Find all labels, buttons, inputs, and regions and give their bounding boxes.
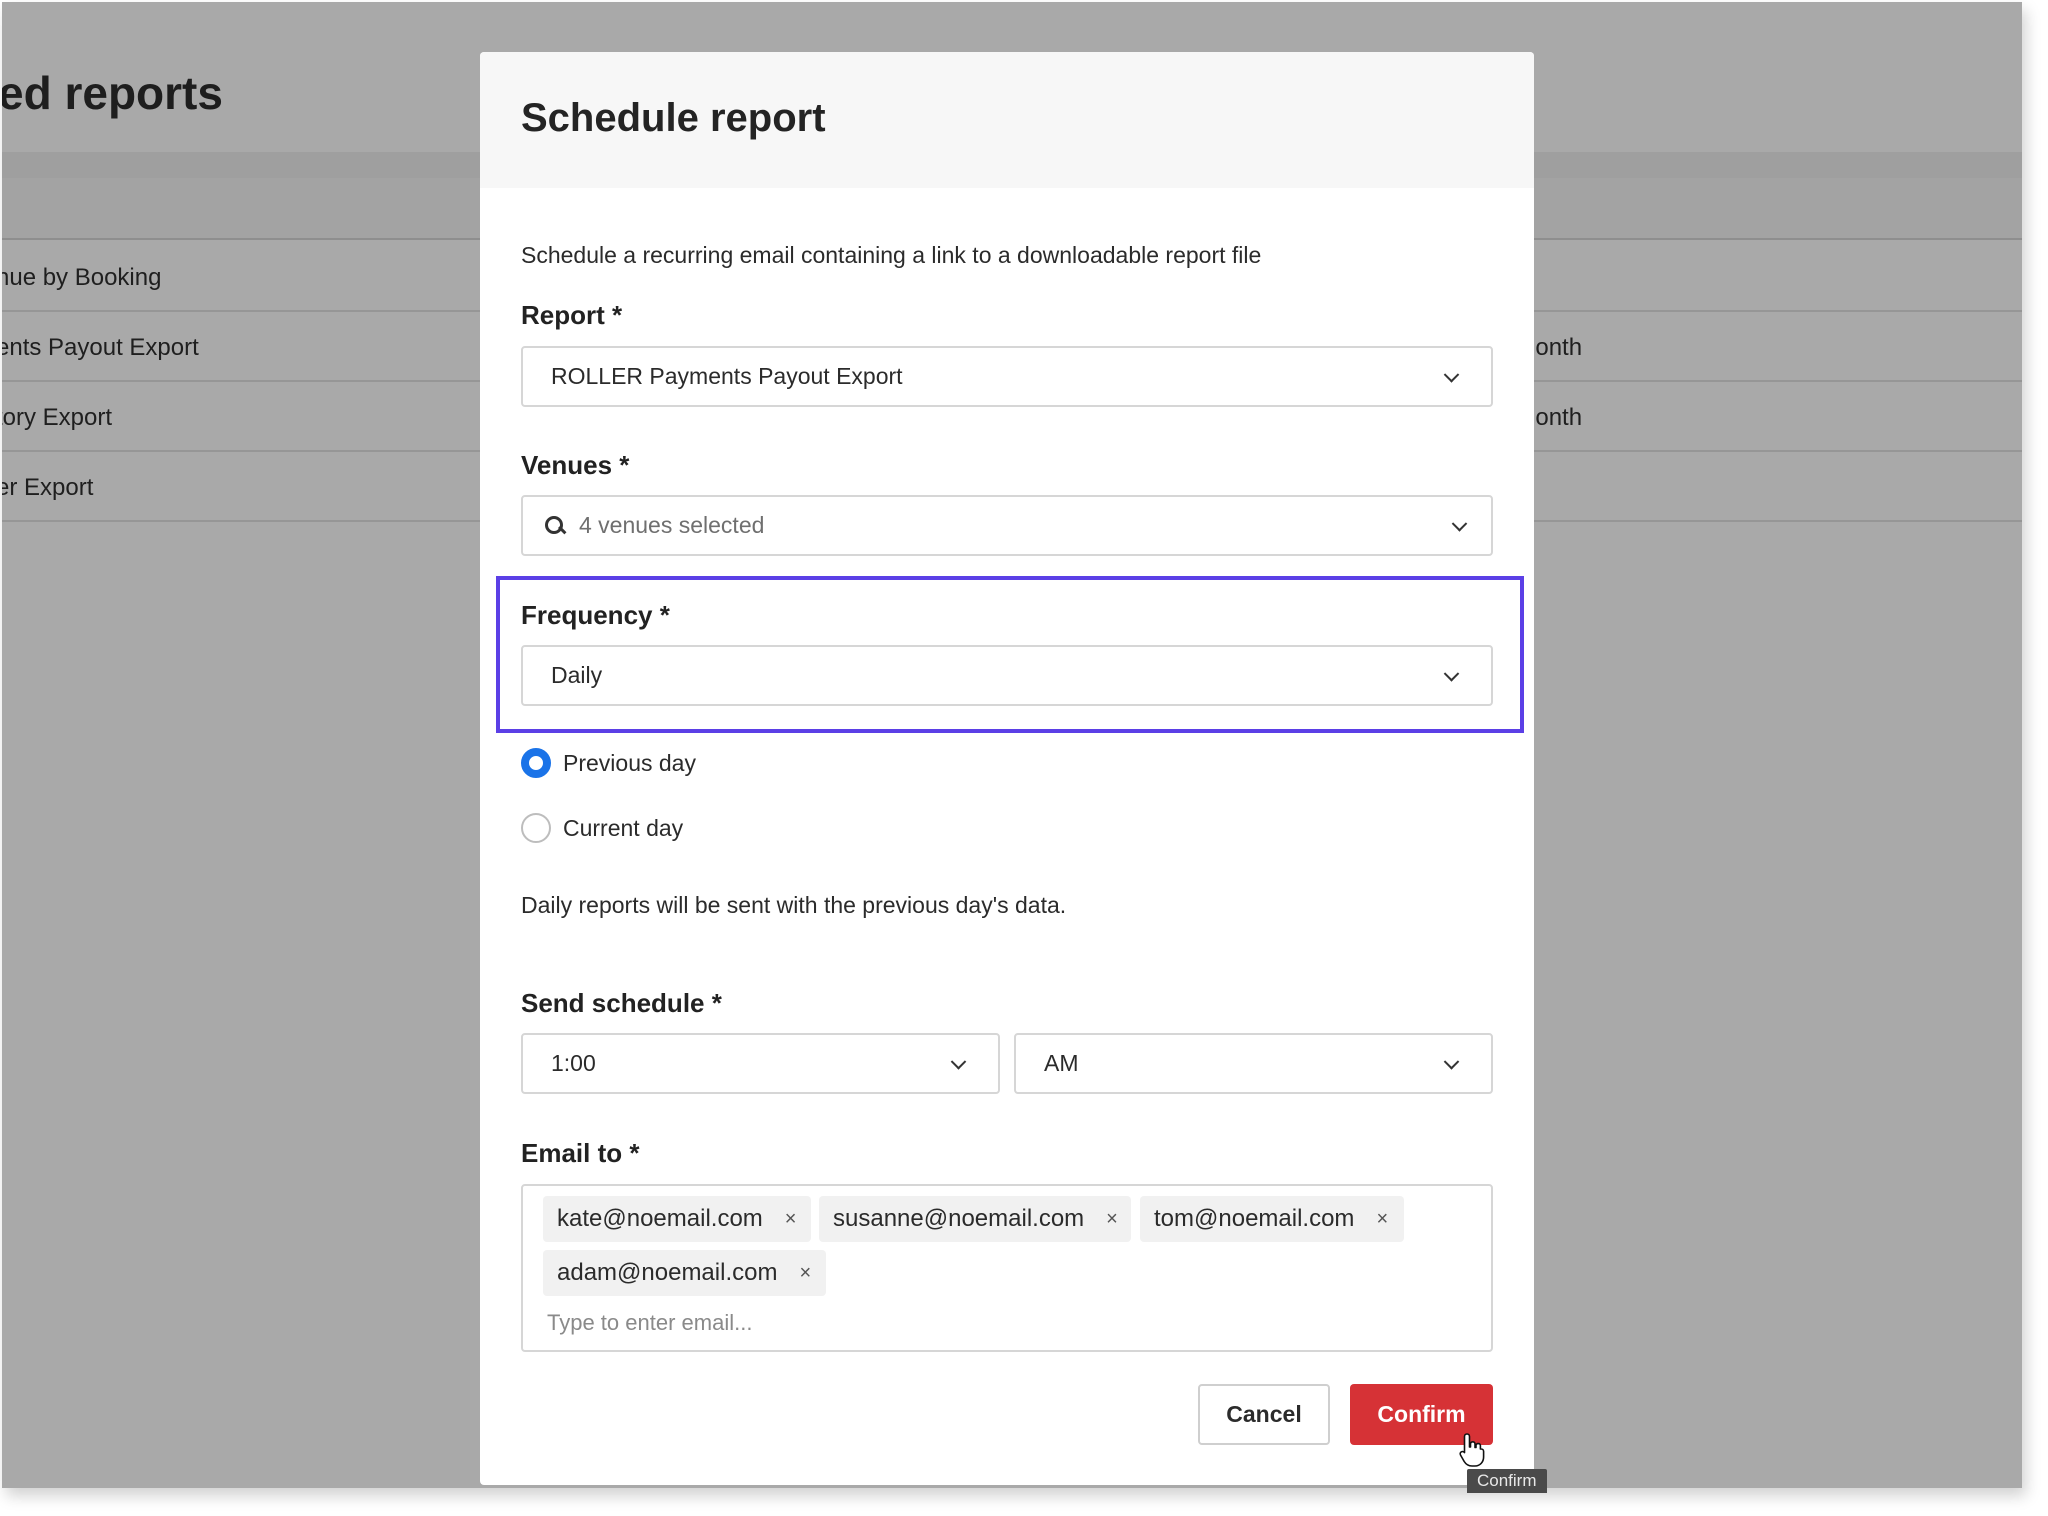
send-period-value: AM <box>1044 1050 1079 1076</box>
radio-checked-icon[interactable] <box>521 748 551 778</box>
report-select[interactable]: ROLLER Payments Payout Export <box>521 346 1493 407</box>
radio-previous-day[interactable]: Previous day <box>521 748 696 778</box>
remove-icon[interactable]: × <box>799 1262 811 1285</box>
send-time-select[interactable]: 1:00 <box>521 1033 1000 1094</box>
modal-description: Schedule a recurring email containing a … <box>521 242 1262 268</box>
email-chip: tom@noemail.com × <box>1140 1196 1404 1242</box>
email-chip-text: adam@noemail.com <box>557 1259 778 1286</box>
confirm-tooltip: Confirm <box>1467 1469 1547 1493</box>
radio-unchecked-icon[interactable] <box>521 813 551 843</box>
report-select-value: ROLLER Payments Payout Export <box>551 363 903 389</box>
modal-title: Schedule report <box>521 96 826 140</box>
chevron-down-icon <box>1451 515 1468 532</box>
email-chip: kate@noemail.com × <box>543 1196 811 1242</box>
radio-label: Current day <box>563 814 684 841</box>
email-chip-text: kate@noemail.com <box>557 1205 763 1232</box>
frequency-helper-text: Daily reports will be sent with the prev… <box>521 892 1067 918</box>
schedule-report-modal: Schedule report Schedule a recurring ema… <box>480 52 1534 1485</box>
background-row-name: tory Export <box>2 404 113 431</box>
remove-icon[interactable]: × <box>1376 1208 1388 1231</box>
search-icon <box>545 515 565 536</box>
report-label: Report * <box>521 300 623 330</box>
email-chip-text: tom@noemail.com <box>1154 1205 1355 1232</box>
background-row-name: nue by Booking <box>2 264 162 291</box>
frequency-select-value: Daily <box>551 662 603 688</box>
send-time-value: 1:00 <box>551 1050 596 1076</box>
radio-label: Previous day <box>563 749 696 776</box>
venues-label: Venues * <box>521 450 630 480</box>
email-label: Email to * <box>521 1138 640 1168</box>
background-row-name: er Export <box>2 474 94 501</box>
modal-header: Schedule report <box>480 52 1534 188</box>
hand-cursor-icon <box>1459 1433 1485 1467</box>
chevron-down-icon <box>950 1053 967 1070</box>
chevron-down-icon <box>1443 665 1460 682</box>
email-placeholder[interactable]: Type to enter email... <box>547 1310 752 1336</box>
email-chip: adam@noemail.com × <box>543 1250 826 1296</box>
venues-select[interactable]: 4 venues selected <box>521 495 1493 556</box>
email-chip: susanne@noemail.com × <box>819 1196 1131 1242</box>
background-page-title: ed reports <box>2 67 223 119</box>
background-row-name: ents Payout Export <box>2 334 199 361</box>
venues-select-value: 4 venues selected <box>579 512 765 538</box>
email-input-box[interactable]: kate@noemail.com × susanne@noemail.com ×… <box>521 1184 1493 1352</box>
radio-current-day[interactable]: Current day <box>521 813 683 843</box>
email-chip-text: susanne@noemail.com <box>833 1205 1085 1232</box>
chevron-down-icon <box>1443 366 1460 383</box>
remove-icon[interactable]: × <box>1106 1208 1118 1231</box>
send-period-select[interactable]: AM <box>1014 1033 1493 1094</box>
frequency-select[interactable]: Daily <box>521 645 1493 706</box>
chevron-down-icon <box>1443 1053 1460 1070</box>
frequency-label: Frequency * <box>521 600 670 630</box>
cancel-button[interactable]: Cancel <box>1198 1384 1330 1445</box>
remove-icon[interactable]: × <box>785 1208 797 1231</box>
send-schedule-label: Send schedule * <box>521 988 722 1018</box>
